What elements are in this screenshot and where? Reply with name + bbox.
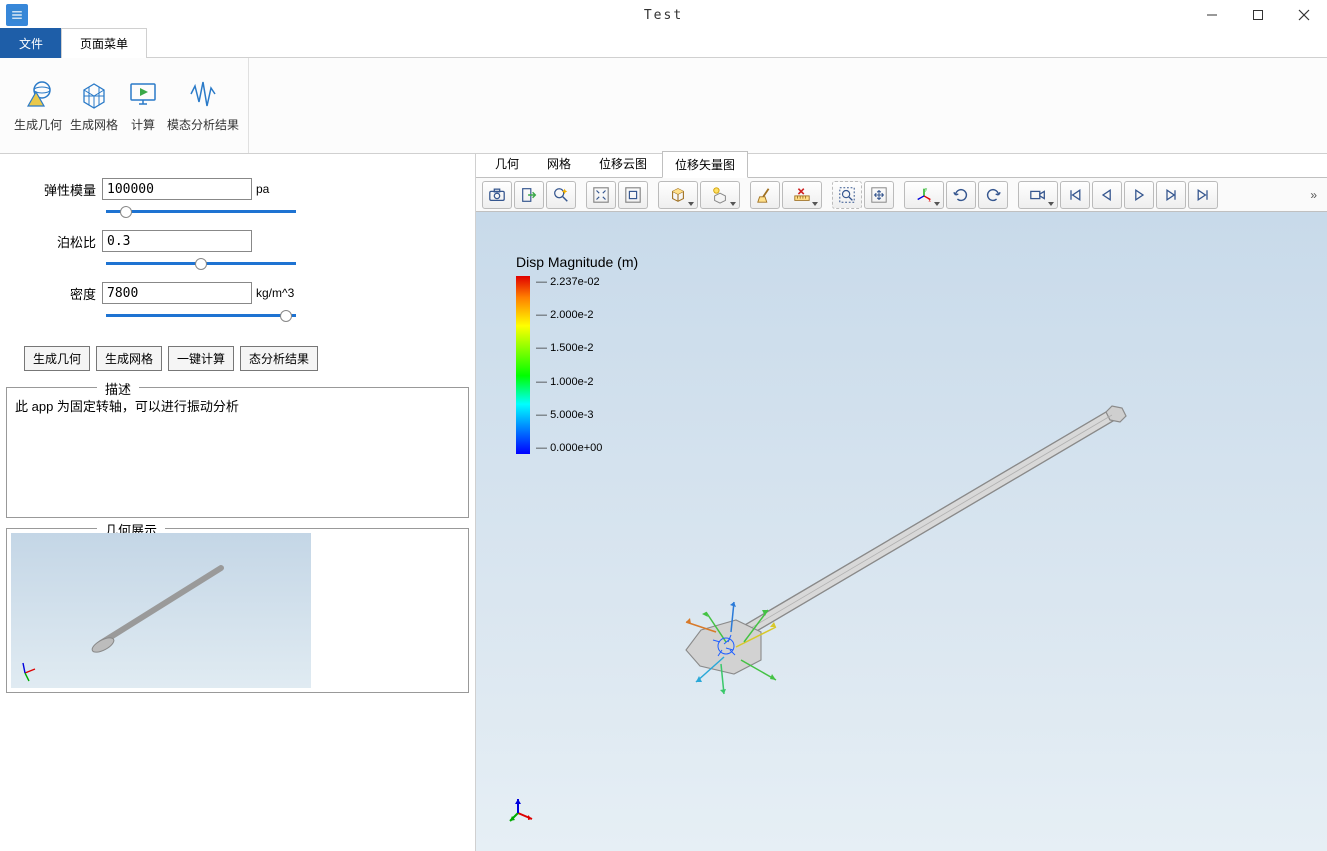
density-input[interactable] bbox=[102, 282, 252, 304]
density-unit: kg/m^3 bbox=[256, 286, 294, 300]
density-label: 密度 bbox=[6, 284, 102, 303]
video-camera-icon bbox=[1029, 186, 1047, 204]
prev-frame-button[interactable] bbox=[1092, 181, 1122, 209]
sphere-triangle-icon bbox=[22, 78, 54, 110]
ribbon-gen-geom-label: 生成几何 bbox=[14, 116, 62, 133]
axis-dropdown[interactable]: yx bbox=[904, 181, 944, 209]
mesh-cube-icon bbox=[78, 78, 110, 110]
ribbon-gen-mesh-label: 生成网格 bbox=[70, 116, 118, 133]
play-icon bbox=[1131, 187, 1147, 203]
app-logo-icon bbox=[6, 4, 28, 26]
main-tabs: 文件 页面菜单 bbox=[0, 30, 1327, 58]
ribbon-gen-mesh[interactable]: 生成网格 bbox=[66, 70, 122, 141]
description-fieldset: 描述 bbox=[6, 387, 469, 518]
selection-zoom-icon bbox=[838, 186, 856, 204]
xyz-axis-icon: yx bbox=[915, 186, 933, 204]
ribbon-modal-result[interactable]: 模态分析结果 bbox=[164, 70, 242, 141]
ribbon-compute[interactable]: 计算 bbox=[122, 70, 164, 141]
elastic-modulus-unit: pa bbox=[256, 182, 269, 196]
fit-corners-icon bbox=[592, 186, 610, 204]
play-button[interactable] bbox=[1124, 181, 1154, 209]
vtab-disp-vector[interactable]: 位移矢量图 bbox=[662, 151, 748, 178]
poisson-ratio-label: 泊松比 bbox=[6, 232, 102, 251]
parameters-panel: 弹性模量 pa 泊松比 密度 kg/m^3 生成几何 生成网格 一键计算 态分析… bbox=[0, 154, 476, 851]
magnifier-spark-icon bbox=[552, 186, 570, 204]
rotate-cw-button[interactable] bbox=[978, 181, 1008, 209]
skip-first-icon bbox=[1067, 187, 1083, 203]
ribbon-toolbar: 生成几何 生成网格 计算 模态分析结果 bbox=[0, 58, 1327, 154]
elastic-modulus-label: 弹性模量 bbox=[6, 180, 102, 199]
skip-last-icon bbox=[1195, 187, 1211, 203]
inner-frame-icon bbox=[624, 186, 642, 204]
export-arrow-icon bbox=[520, 186, 538, 204]
move-arrows-icon bbox=[870, 186, 888, 204]
move-button[interactable] bbox=[864, 181, 894, 209]
next-frame-button[interactable] bbox=[1156, 181, 1186, 209]
window-title: Test bbox=[644, 8, 683, 23]
color-cube-icon bbox=[669, 186, 687, 204]
title-bar: Test bbox=[0, 0, 1327, 30]
inner-fit-button[interactable] bbox=[618, 181, 648, 209]
modal-result-button[interactable]: 态分析结果 bbox=[240, 346, 318, 371]
step-forward-icon bbox=[1163, 187, 1179, 203]
lightbulb-cube-icon bbox=[711, 186, 729, 204]
selection-box-button[interactable] bbox=[832, 181, 862, 209]
gen-mesh-button[interactable]: 生成网格 bbox=[96, 346, 162, 371]
waveform-icon bbox=[187, 78, 219, 110]
maximize-button[interactable] bbox=[1235, 0, 1281, 30]
svg-text:y: y bbox=[925, 186, 928, 191]
tab-page-menu[interactable]: 页面菜单 bbox=[61, 28, 147, 58]
toolbar-overflow-button[interactable]: » bbox=[1306, 188, 1321, 202]
vtab-disp-cloud[interactable]: 位移云图 bbox=[586, 150, 660, 177]
one-click-compute-button[interactable]: 一键计算 bbox=[168, 346, 234, 371]
ribbon-gen-geom[interactable]: 生成几何 bbox=[10, 70, 66, 141]
zoom-reset-button[interactable] bbox=[546, 181, 576, 209]
cube-color-dropdown[interactable] bbox=[658, 181, 698, 209]
lighting-dropdown[interactable] bbox=[700, 181, 740, 209]
svg-text:x: x bbox=[929, 198, 932, 203]
step-back-icon bbox=[1099, 187, 1115, 203]
viewport-toolbar: yx » bbox=[476, 178, 1327, 212]
last-frame-button[interactable] bbox=[1188, 181, 1218, 209]
rotate-ccw-button[interactable] bbox=[946, 181, 976, 209]
geometry-shaft-icon bbox=[11, 533, 311, 688]
tab-file[interactable]: 文件 bbox=[0, 28, 62, 58]
rotate-ccw-icon bbox=[952, 186, 970, 204]
description-text[interactable] bbox=[15, 396, 460, 506]
viewport-tabs: 几何 网格 位移云图 位移矢量图 bbox=[476, 154, 1327, 178]
3d-viewport[interactable]: Disp Magnitude (m) 2.237e-02 2.000e-2 1.… bbox=[476, 212, 1327, 851]
export-button[interactable] bbox=[514, 181, 544, 209]
elastic-modulus-slider[interactable] bbox=[106, 210, 296, 213]
clear-button[interactable] bbox=[750, 181, 780, 209]
close-button[interactable] bbox=[1281, 0, 1327, 30]
ruler-dropdown[interactable] bbox=[782, 181, 822, 209]
rotate-cw-icon bbox=[984, 186, 1002, 204]
poisson-ratio-input[interactable] bbox=[102, 230, 252, 252]
density-slider[interactable] bbox=[106, 314, 296, 317]
vtab-geometry[interactable]: 几何 bbox=[482, 150, 532, 177]
minimize-button[interactable] bbox=[1189, 0, 1235, 30]
camera-icon bbox=[488, 186, 506, 204]
ribbon-compute-label: 计算 bbox=[131, 116, 155, 133]
broom-icon bbox=[756, 186, 774, 204]
description-legend: 描述 bbox=[97, 379, 139, 398]
gen-geom-button[interactable]: 生成几何 bbox=[24, 346, 90, 371]
ruler-x-icon bbox=[793, 186, 811, 204]
first-frame-button[interactable] bbox=[1060, 181, 1090, 209]
screenshot-button[interactable] bbox=[482, 181, 512, 209]
orientation-axis-icon bbox=[506, 795, 536, 825]
geometry-preview-viewport[interactable] bbox=[11, 533, 311, 688]
elastic-modulus-input[interactable] bbox=[102, 178, 252, 200]
camera-dropdown[interactable] bbox=[1018, 181, 1058, 209]
ribbon-modal-result-label: 模态分析结果 bbox=[167, 116, 239, 133]
vtab-mesh[interactable]: 网格 bbox=[534, 150, 584, 177]
play-monitor-icon bbox=[127, 78, 159, 110]
poisson-ratio-slider[interactable] bbox=[106, 262, 296, 265]
fit-view-button[interactable] bbox=[586, 181, 616, 209]
geom-preview-fieldset: 几何展示 bbox=[6, 528, 469, 693]
